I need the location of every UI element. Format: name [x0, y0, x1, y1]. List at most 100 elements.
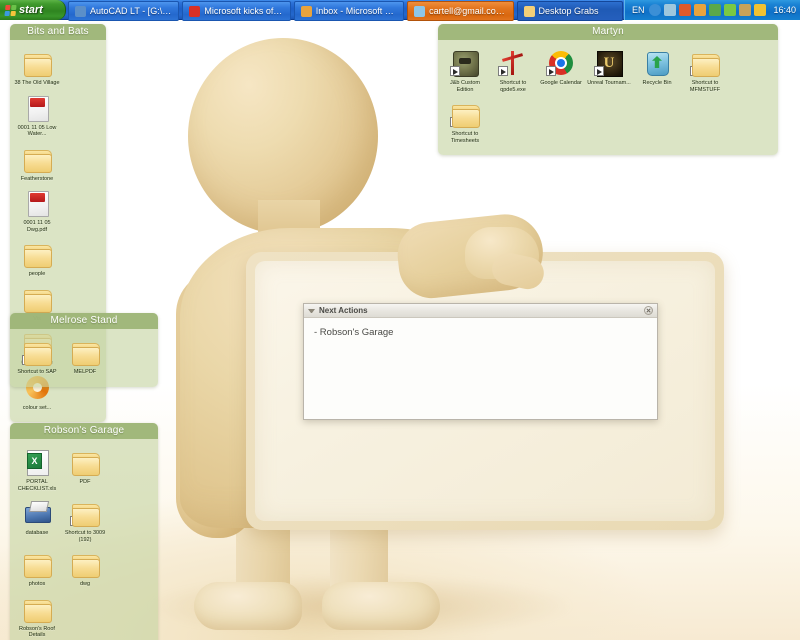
pencil-tool-icon[interactable]	[664, 4, 677, 16]
desktop-icon[interactable]: dwg	[61, 548, 109, 593]
fence-icon-grid: PORTAL CHECKLIST.xls PDF database Shortcut …	[10, 439, 158, 640]
desktop-icon-label: J&b Custom Edition	[450, 80, 480, 93]
chrome-icon	[189, 5, 201, 17]
windows-flag-quadrant	[11, 4, 17, 10]
desktop-fence-martyn[interactable]: Martyn J&b Custom Edition Shortcut to qpd…	[438, 24, 778, 155]
folder-icon	[69, 549, 101, 579]
shortcut-arrow-icon	[70, 516, 80, 526]
recycle-icon	[641, 48, 673, 78]
desktop-icon[interactable]: Unreal Tournam...	[585, 47, 633, 98]
desktop-icon[interactable]: 38 The Old Village	[13, 47, 61, 92]
shortcut-arrow-icon	[498, 66, 508, 76]
taskbar-button-label: AutoCAD LT - [G:\20...	[90, 6, 173, 16]
taskbar-button[interactable]: cartell@gmail.com, #...	[407, 1, 514, 21]
device-icon	[21, 498, 53, 528]
desktop-icon[interactable]: database	[13, 497, 61, 548]
next-actions-window[interactable]: Next Actions - Robson's Garage	[303, 303, 658, 420]
fence-title: Bits and Bats	[10, 24, 106, 40]
antivirus-icon[interactable]	[724, 4, 737, 16]
folder-icon	[21, 284, 53, 314]
fence-title: Martyn	[438, 24, 778, 40]
shortcut-arrow-icon	[22, 355, 32, 365]
desktop-icon-label: Shortcut to SAP	[17, 369, 57, 375]
taskbar-button-label: Inbox - Microsoft Out...	[315, 6, 397, 16]
folder-icon	[21, 144, 53, 174]
system-tray: EN 16:40	[623, 0, 800, 20]
start-label: start	[19, 4, 43, 16]
desktop-icon-label: Unreal Tournam...	[587, 80, 631, 86]
desktop-icon[interactable]: Google Calendar	[537, 47, 585, 98]
network-icon[interactable]	[709, 4, 722, 16]
close-icon[interactable]	[644, 306, 653, 315]
show-hidden-icons-chevron[interactable]	[649, 4, 662, 16]
desktop-icon[interactable]: Robson's Roof Details	[13, 593, 61, 640]
shortcut-arrow-icon	[690, 66, 700, 76]
desktop-icon-label: Robson's Roof Details	[19, 625, 55, 639]
desktop-icon[interactable]: people	[13, 238, 61, 283]
folder-icon	[21, 239, 53, 269]
note-body[interactable]: - Robson's Garage	[304, 318, 657, 419]
desktop-icon[interactable]: Shortcut to qpde5.exe	[489, 47, 537, 98]
desktop-icon-label: MELPDF	[73, 369, 97, 375]
desktop-icon[interactable]: Recycle Bin	[633, 47, 681, 98]
start-button[interactable]: start	[0, 0, 66, 20]
figure-right-foot	[322, 582, 440, 630]
desktop-icon[interactable]: Shortcut to MFMSTUFF	[681, 47, 729, 98]
desktop-icon[interactable]: Featherstone	[13, 143, 61, 188]
note-titlebar[interactable]: Next Actions	[304, 304, 657, 318]
tray-clock[interactable]: 16:40	[773, 5, 796, 15]
clock-sync-icon[interactable]	[739, 4, 752, 16]
note-list-item: - Robson's Garage	[314, 327, 394, 338]
soldier-icon	[449, 48, 481, 78]
taskbar-button[interactable]: Microsoft kicks off CE...	[182, 1, 291, 21]
desktop-icon[interactable]: MELPDF	[61, 336, 109, 381]
desktop-icon[interactable]: 0001 11 05 Low Water...	[13, 92, 61, 143]
taskbar-button[interactable]: AutoCAD LT - [G:\20...	[68, 1, 180, 21]
desktop-icon-label: database	[25, 530, 49, 536]
outlook-icon[interactable]	[694, 4, 707, 16]
desktop-icon-label: Shortcut to 3009 (192)	[64, 530, 106, 543]
desktop-icon-label: 38 The Old Village	[14, 80, 60, 86]
xls-icon	[21, 447, 53, 477]
folder-icon	[21, 549, 53, 579]
desktop-icon-label: colour set...	[22, 404, 52, 411]
volume-icon[interactable]	[754, 4, 767, 16]
windows-flag-quadrant	[5, 4, 11, 10]
tray-icon-list	[649, 4, 767, 16]
unreal-icon	[593, 48, 625, 78]
desktop-icon-label: people	[28, 271, 46, 277]
taskbar-button[interactable]: Desktop Grabs	[516, 1, 623, 21]
windows-flag-quadrant	[4, 10, 10, 16]
desktop-icon[interactable]: PORTAL CHECKLIST.xls	[13, 446, 61, 497]
desktop-icon[interactable]: 0001 11 05 Dwg.pdf	[13, 187, 61, 238]
desktop-icon[interactable]: photos	[13, 548, 61, 593]
shortcut-arrow-icon	[594, 66, 604, 76]
taskbar: start AutoCAD LT - [G:\20... Microsoft ki…	[0, 0, 800, 21]
desktop-icon-label: Shortcut to qpde5.exe	[499, 80, 527, 93]
desktop-fence-robsons-garage[interactable]: Robson's Garage PORTAL CHECKLIST.xls PDF d…	[10, 423, 158, 640]
desktop-icon[interactable]: PDF	[61, 446, 109, 497]
desktop-icon[interactable]: Shortcut to Timesheets	[441, 98, 489, 149]
desktop-icon[interactable]: Shortcut to SAP	[13, 336, 61, 381]
fence-title: Melrose Stand	[10, 313, 158, 329]
pencil-icon	[414, 5, 426, 17]
desktop-icon-label: Recycle Bin	[642, 80, 672, 86]
desktop-icon-label: photos	[28, 581, 46, 587]
arrow-icon	[497, 48, 529, 78]
shortcut-arrow-icon	[546, 66, 556, 76]
folder-icon	[69, 337, 101, 367]
desktop-fence-melrose-stand[interactable]: Melrose Stand Shortcut to SAP MELPDF	[10, 313, 158, 387]
desktop-icon[interactable]: Shortcut to 3009 (192)	[61, 497, 109, 548]
taskbar-button[interactable]: Inbox - Microsoft Out...	[293, 1, 405, 21]
pdf-icon	[21, 93, 53, 123]
tray-language-indicator[interactable]: EN	[632, 5, 645, 15]
desktop-icon[interactable]: J&b Custom Edition	[441, 47, 489, 98]
taskbar-button-label: Microsoft kicks off CE...	[204, 6, 283, 16]
desktop-icon-label: Shortcut to Timesheets	[450, 131, 480, 144]
folder-icon	[449, 99, 481, 129]
collapse-triangle-icon[interactable]	[308, 309, 315, 313]
folder-icon	[69, 447, 101, 477]
fence-icon-grid: Shortcut to SAP MELPDF	[10, 329, 158, 387]
windows-flag-icon	[4, 4, 17, 16]
mail-icon[interactable]	[679, 4, 692, 16]
